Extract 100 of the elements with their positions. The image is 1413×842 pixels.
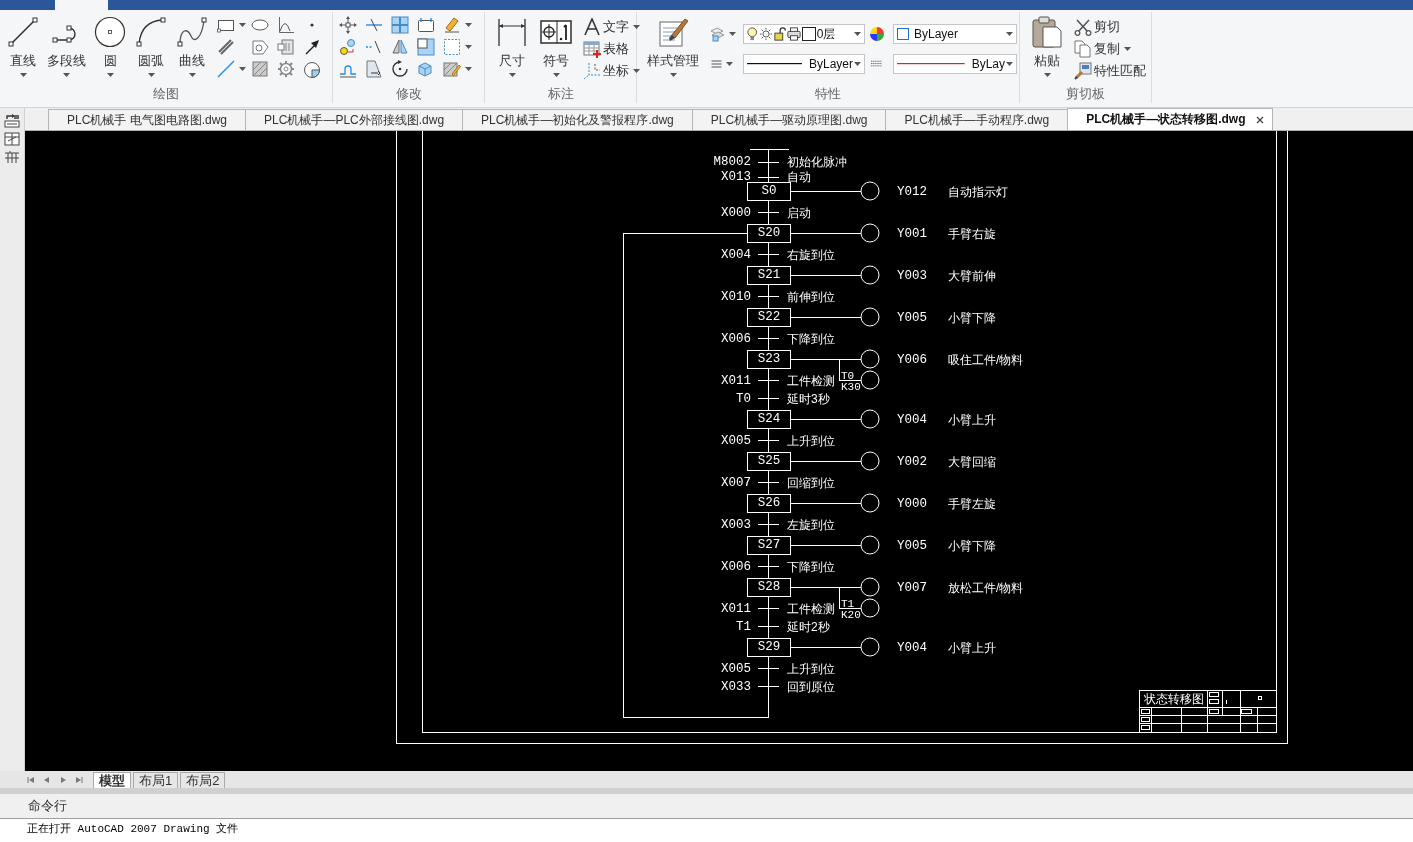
caret-icon[interactable] [465,45,472,49]
arc-button[interactable]: 圆弧 [132,12,170,77]
ellipse-icon[interactable] [251,16,269,34]
file-tab[interactable]: PLC机械手—状态转移图.dwg [1067,108,1273,130]
table-icon [583,40,601,58]
line-button[interactable]: 直线 [4,12,42,77]
transition-label: 延时2秒 [787,619,830,634]
style-manager-button[interactable]: 样式管理 [643,12,703,77]
mirror-icon[interactable] [391,38,409,56]
region-icon[interactable] [251,38,269,56]
action-label: 放松工件/物料 [948,581,1024,595]
color-dropdown[interactable]: ByLayer [893,24,1017,44]
last-page-icon[interactable] [75,775,83,784]
caret-icon[interactable] [508,73,516,77]
squares-icon[interactable] [417,38,435,56]
diagonal-line-icon[interactable] [217,60,235,78]
grid-sheet-icon[interactable] [4,132,20,146]
lineweight-dropdown[interactable]: ByLayer [743,54,865,74]
output-coil [860,535,880,555]
file-tab[interactable]: PLC机械手—PLC外部接线图.dwg [245,109,464,130]
caret-icon[interactable] [726,62,733,66]
rotate-icon[interactable] [391,60,409,78]
axes-curve-icon[interactable] [277,16,295,34]
caret-icon[interactable] [729,32,736,36]
caret-icon[interactable] [239,23,246,27]
block-icon[interactable] [277,38,295,56]
move-icon[interactable] [339,16,357,34]
caret-icon[interactable] [854,32,861,36]
caret-icon[interactable] [188,73,196,77]
hatch-pencil-icon[interactable] [443,60,461,78]
caret-icon[interactable] [106,73,114,77]
dimension-button[interactable]: 尺寸 [493,12,531,77]
output-line [790,586,862,588]
caret-icon[interactable] [669,73,677,77]
arrow-icon[interactable] [303,38,321,56]
polyline-button[interactable]: 多段线 [45,12,88,77]
action-label: 自动指示灯 [948,185,1008,199]
table-button[interactable]: 表格 [581,38,642,60]
panel-title: 标注 [546,85,575,103]
input-label: X013 [721,170,751,184]
caret-icon[interactable] [1006,62,1013,66]
pencil-icon[interactable] [443,16,461,34]
output-coil [860,451,880,471]
extend-icon[interactable] [365,38,383,56]
paste-button[interactable]: 粘贴 [1028,12,1066,77]
page-arrow-icon[interactable] [365,60,383,78]
step-box: S27 [747,535,791,555]
panel-title: 绘图 [152,85,180,103]
parallel-lines-icon[interactable] [217,38,235,56]
hatch-icon[interactable] [251,60,269,78]
file-tab[interactable]: PLC机械手—驱动原理图.dwg [691,109,887,130]
copy-circles-icon[interactable] [339,38,357,56]
caret-icon[interactable] [633,25,640,29]
caret-icon[interactable] [19,73,27,77]
symbol-button[interactable]: 符号 [537,12,575,77]
text-button[interactable]: 文字 [581,16,642,38]
cut-button[interactable]: 剪切 [1072,16,1148,38]
previous-icon[interactable] [43,775,51,784]
coordinate-button[interactable]: 坐标 [581,60,642,82]
tray-icon[interactable] [4,114,20,128]
layout-tab[interactable]: 布局2 [180,772,226,788]
gear-icon[interactable] [277,60,295,78]
caret-icon[interactable] [465,67,472,71]
point-icon[interactable] [310,23,314,27]
first-page-icon[interactable] [27,775,35,784]
caret-icon[interactable] [1124,47,1131,51]
input-label: X000 [721,205,751,220]
dashed-square-icon[interactable] [443,38,461,56]
copy-button[interactable]: 复制 [1072,38,1148,60]
caret-icon[interactable] [1043,73,1051,77]
transition-label: 自动 [787,170,811,184]
dashed-lines-icon[interactable] [871,60,882,68]
circle-quadrant-icon[interactable] [303,60,321,78]
layer-dropdown[interactable]: 0层 [743,24,865,44]
layout-tab[interactable]: 模型 [93,772,131,788]
curve-button[interactable]: 曲线 [173,12,211,77]
timer-line [839,358,862,381]
frame-icon[interactable] [417,16,435,34]
columns-icon[interactable] [4,150,20,164]
caret-icon[interactable] [147,73,155,77]
caret-icon[interactable] [633,69,640,73]
color-wheel-icon[interactable] [869,26,885,42]
layout-tab[interactable]: 布局1 [133,772,179,788]
circle-button[interactable]: 圆 [91,12,129,77]
file-tab[interactable]: PLC机械手—手动程序.dwg [885,109,1069,130]
caret-icon[interactable] [552,73,560,77]
caret-icon[interactable] [239,67,246,71]
next-icon[interactable] [59,775,67,784]
match-properties-button[interactable]: 特性匹配 [1072,60,1148,82]
caret-icon[interactable] [465,23,472,27]
flow-line [768,199,769,225]
caret-icon[interactable] [63,73,70,77]
file-tab[interactable]: PLC机械手 电气图电路图.dwg [48,109,247,130]
file-tab[interactable]: PLC机械手—初始化及警报程序.dwg [462,109,693,130]
caret-icon[interactable] [1006,32,1013,36]
close-icon[interactable] [1255,115,1264,124]
cube-icon[interactable] [417,60,435,78]
caret-icon[interactable] [854,62,861,66]
trim-icon[interactable] [365,16,383,34]
linetype-dropdown[interactable]: ByLay [893,54,1017,74]
